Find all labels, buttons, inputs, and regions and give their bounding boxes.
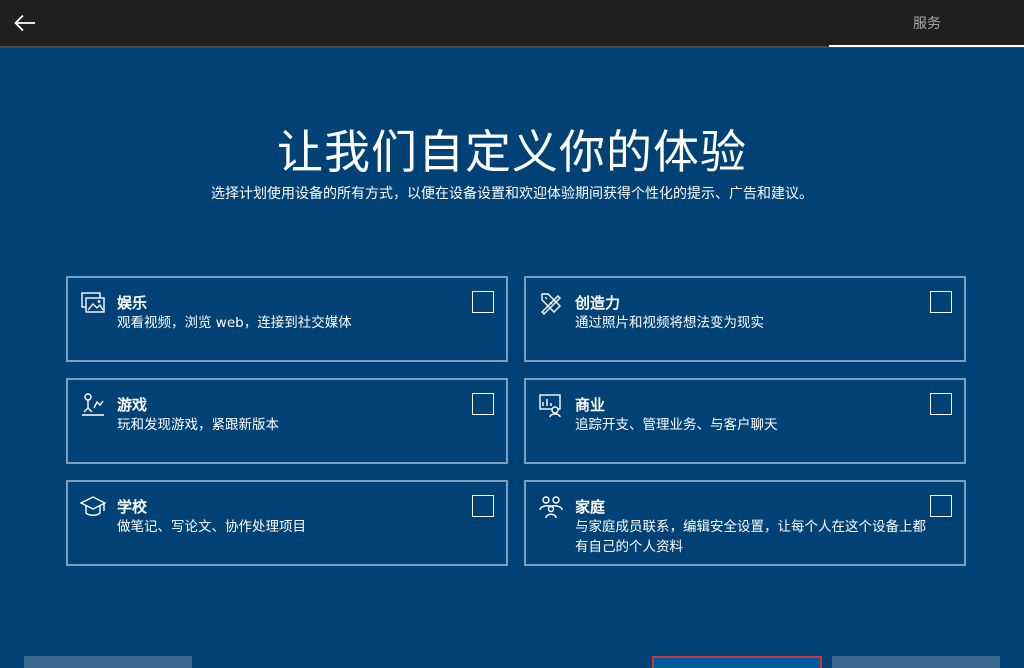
business-icon — [539, 394, 561, 418]
school-icon — [80, 496, 106, 516]
card-description: 玩和发现游戏，紧跟新版本 — [117, 417, 279, 433]
card-title: 娱乐 — [117, 294, 148, 312]
card-title: 游戏 — [117, 396, 148, 414]
skip-button[interactable] — [24, 656, 192, 668]
checkbox[interactable] — [930, 495, 952, 517]
card-title: 创造力 — [575, 294, 621, 312]
top-bar: 服务 — [0, 0, 1024, 48]
checkbox[interactable] — [930, 291, 952, 313]
secondary-button[interactable] — [832, 656, 1000, 668]
card-description: 观看视频，浏览 web，连接到社交媒体 — [117, 315, 352, 331]
checkbox[interactable] — [930, 393, 952, 415]
creativity-icon — [541, 293, 561, 315]
media-icon — [81, 292, 105, 313]
card-title: 学校 — [117, 498, 148, 516]
step-indicator — [829, 45, 1024, 47]
card-description: 与家庭成员联系，编辑安全设置，让每个人在这个设备上都有自己的个人资料 — [575, 519, 926, 555]
option-card-family[interactable]: 家庭 与家庭成员联系，编辑安全设置，让每个人在这个设备上都有自己的个人资料 — [524, 480, 966, 566]
card-title: 商业 — [575, 396, 606, 414]
checkbox[interactable] — [472, 393, 494, 415]
gaming-icon — [82, 393, 104, 416]
family-icon — [539, 496, 563, 519]
card-description: 通过照片和视频将想法变为现实 — [575, 315, 764, 331]
option-card-creativity[interactable]: 创造力 通过照片和视频将想法变为现实 — [524, 276, 966, 362]
card-description: 追踪开支、管理业务、与客户聊天 — [575, 417, 778, 433]
option-card-school[interactable]: 学校 做笔记、写论文、协作处理项目 — [66, 480, 508, 566]
option-card-entertainment[interactable]: 娱乐 观看视频，浏览 web，连接到社交媒体 — [66, 276, 508, 362]
checkbox[interactable] — [472, 291, 494, 313]
page-subtitle: 选择计划使用设备的所有方式，以便在设备设置和欢迎体验期间获得个性化的提示、广告和… — [211, 186, 813, 202]
option-card-gaming[interactable]: 游戏 玩和发现游戏，紧跟新版本 — [66, 378, 508, 464]
back-arrow-icon — [14, 14, 35, 32]
card-title: 家庭 — [575, 498, 606, 516]
step-label-services: 服务 — [913, 16, 941, 32]
accept-button[interactable] — [652, 656, 822, 668]
page-title: 让我们自定义你的体验 — [277, 125, 747, 179]
back-button[interactable] — [10, 9, 40, 37]
card-description: 做笔记、写论文、协作处理项目 — [117, 519, 306, 535]
checkbox[interactable] — [472, 495, 494, 517]
option-card-business[interactable]: 商业 追踪开支、管理业务、与客户聊天 — [524, 378, 966, 464]
